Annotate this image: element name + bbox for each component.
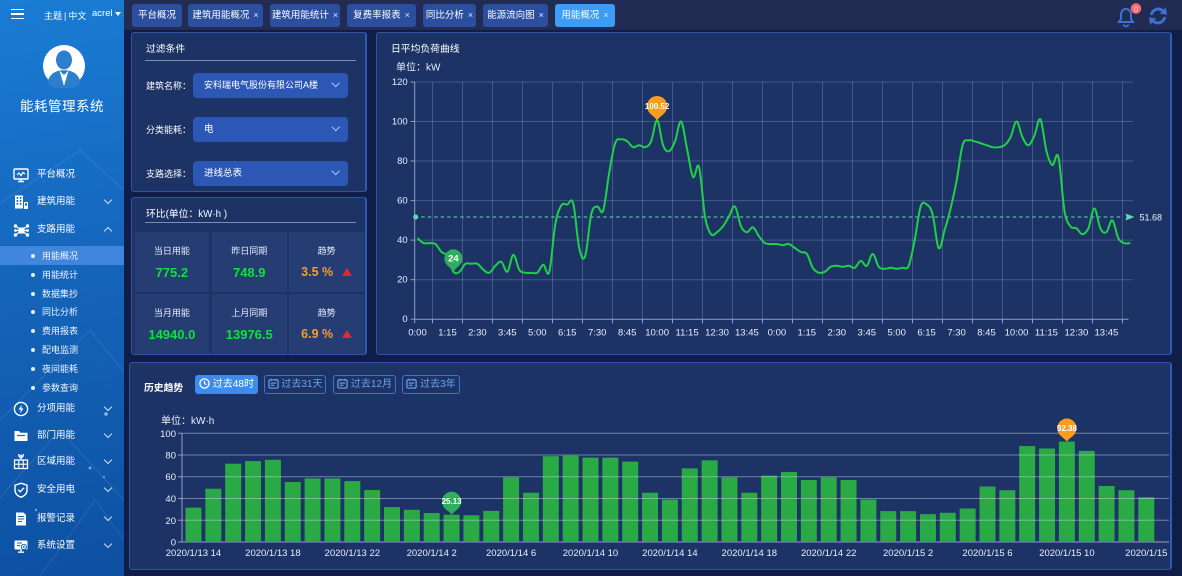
svg-text:2020/1/14 10: 2020/1/14 10 [563, 548, 618, 559]
svg-text:8:45: 8:45 [618, 328, 637, 339]
svg-text:92.38: 92.38 [1057, 424, 1078, 433]
svg-text:13:45: 13:45 [1095, 328, 1119, 339]
svg-text:11:15: 11:15 [676, 328, 699, 339]
svg-text:20: 20 [165, 516, 176, 527]
svg-text:1:15: 1:15 [438, 328, 457, 339]
svg-text:10:00: 10:00 [1005, 328, 1029, 339]
svg-text:2020/1/14 14: 2020/1/14 14 [642, 548, 697, 559]
svg-text:2020/1/14 22: 2020/1/14 22 [801, 548, 856, 559]
svg-text:60: 60 [165, 472, 176, 483]
svg-text:3:45: 3:45 [858, 328, 877, 339]
svg-text:2020/1/15: 2020/1/15 [1125, 548, 1167, 559]
svg-text:25.13: 25.13 [442, 497, 463, 506]
svg-text:8:45: 8:45 [977, 328, 996, 339]
svg-text:10:00: 10:00 [645, 328, 669, 339]
svg-text:2020/1/13 18: 2020/1/13 18 [245, 548, 300, 559]
svg-text:2020/1/15 2: 2020/1/15 2 [883, 548, 933, 559]
svg-text:80: 80 [165, 451, 176, 462]
svg-text:0:00: 0:00 [768, 328, 787, 339]
svg-text:51.68: 51.68 [1140, 213, 1163, 223]
svg-text:2020/1/15 6: 2020/1/15 6 [962, 548, 1012, 559]
svg-text:3:45: 3:45 [498, 328, 517, 339]
svg-text:24: 24 [448, 253, 459, 264]
svg-text:2020/1/13 22: 2020/1/13 22 [325, 548, 380, 559]
svg-text:7:30: 7:30 [588, 328, 607, 339]
svg-text:12:30: 12:30 [705, 328, 729, 339]
svg-text:120: 120 [392, 77, 408, 88]
svg-text:40: 40 [165, 494, 176, 505]
svg-text:100: 100 [160, 429, 176, 440]
svg-text:2020/1/14 2: 2020/1/14 2 [407, 548, 457, 559]
svg-text:100: 100 [392, 117, 408, 128]
svg-text:20: 20 [397, 275, 408, 286]
svg-text:2:30: 2:30 [828, 328, 847, 339]
svg-text:6:15: 6:15 [917, 328, 936, 339]
svg-text:5:00: 5:00 [528, 328, 547, 339]
svg-text:0: 0 [1134, 4, 1138, 13]
svg-text:0:00: 0:00 [408, 328, 427, 339]
svg-text:2020/1/13 14: 2020/1/13 14 [166, 548, 221, 559]
svg-text:6:15: 6:15 [558, 328, 577, 339]
svg-text:2020/1/15 10: 2020/1/15 10 [1039, 548, 1094, 559]
svg-text:0: 0 [171, 538, 176, 549]
svg-text:0: 0 [402, 314, 407, 325]
svg-text:80: 80 [397, 156, 408, 167]
svg-text:2020/1/14 18: 2020/1/14 18 [722, 548, 777, 559]
svg-text:7:30: 7:30 [947, 328, 966, 339]
svg-text:2020/1/14 6: 2020/1/14 6 [486, 548, 536, 559]
svg-text:单位：kW·h: 单位：kW·h [161, 414, 214, 427]
svg-text:2:30: 2:30 [468, 328, 487, 339]
svg-text:100.52: 100.52 [645, 102, 670, 111]
svg-text:1:15: 1:15 [798, 328, 817, 339]
svg-text:60: 60 [397, 196, 408, 207]
svg-text:5:00: 5:00 [887, 328, 906, 339]
svg-text:12:30: 12:30 [1065, 328, 1089, 339]
svg-text:40: 40 [397, 235, 408, 246]
svg-text:单位：kW: 单位：kW [396, 61, 441, 74]
svg-text:11:15: 11:15 [1035, 328, 1058, 339]
svg-text:13:45: 13:45 [735, 328, 759, 339]
